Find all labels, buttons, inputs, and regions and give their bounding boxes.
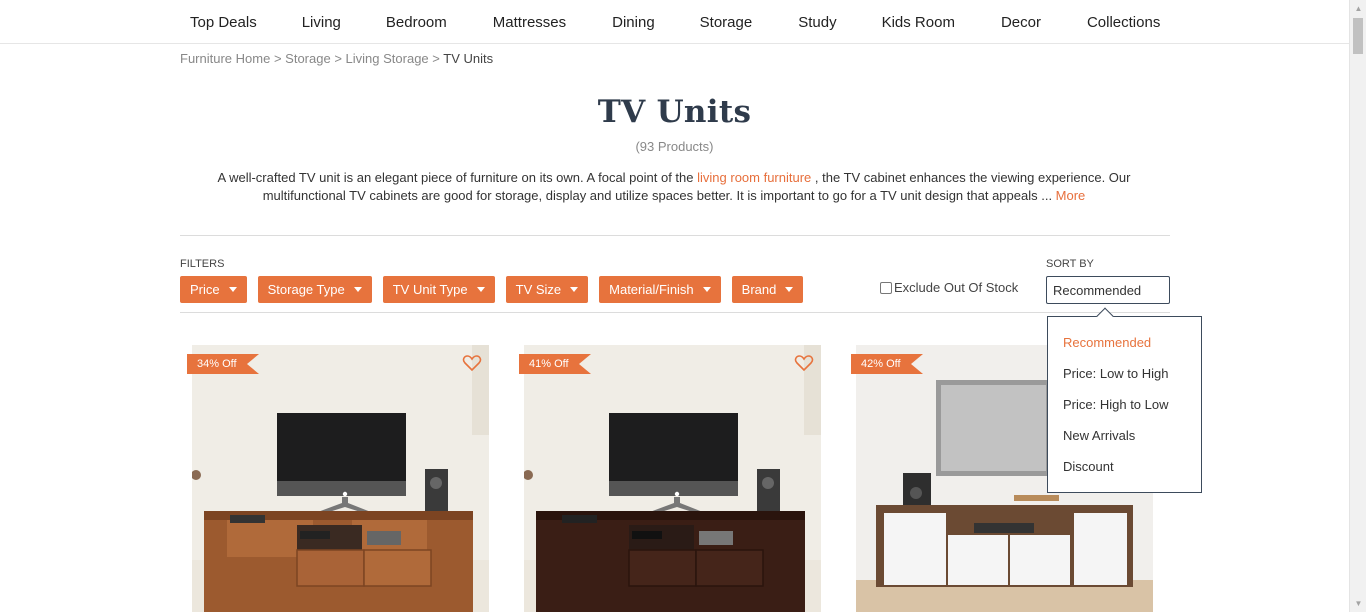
filter-label: Material/Finish: [609, 282, 694, 297]
discount-badge: 41% Off: [519, 354, 591, 374]
filter-tv-unit-type-button[interactable]: TV Unit Type: [382, 276, 495, 303]
vertical-scrollbar[interactable]: ▲ ▼: [1349, 0, 1366, 612]
nav-item-kids-room[interactable]: Kids Room: [882, 14, 955, 31]
filter-storage-type-button[interactable]: Storage Type: [257, 276, 372, 303]
sort-dropdown-menu: Recommended Price: Low to High Price: Hi…: [1047, 307, 1202, 493]
breadcrumb-link-storage[interactable]: Storage: [285, 51, 331, 66]
dropdown-notch: [1096, 307, 1114, 325]
sort-option-price-high-low[interactable]: Price: High to Low: [1063, 397, 1169, 428]
nav-item-living[interactable]: Living: [302, 14, 341, 31]
caret-down-icon: [702, 287, 711, 292]
page-title: TV Units: [597, 94, 752, 130]
breadcrumb-separator: >: [334, 51, 346, 66]
wishlist-heart-icon[interactable]: [794, 353, 814, 373]
filter-label: TV Unit Type: [392, 282, 468, 297]
product-card[interactable]: [192, 345, 489, 612]
scroll-down-arrow-icon[interactable]: ▼: [1350, 595, 1366, 612]
filter-label: Price: [190, 282, 220, 297]
product-card[interactable]: [524, 345, 821, 612]
product-count: (93 Products): [635, 139, 714, 154]
exclude-out-of-stock[interactable]: Exclude Out Of Stock: [880, 280, 1018, 295]
description-text: A well-crafted TV unit is an elegant pie…: [217, 170, 698, 185]
filter-label: Storage Type: [267, 282, 345, 297]
caret-down-icon: [785, 287, 794, 292]
discount-badge: 42% Off: [851, 354, 923, 374]
filter-material-finish-button[interactable]: Material/Finish: [599, 276, 721, 303]
nav-item-bedroom[interactable]: Bedroom: [386, 14, 447, 31]
breadcrumb-separator: >: [273, 51, 286, 66]
breadcrumb-current: TV Units: [443, 51, 494, 66]
nav-item-dining[interactable]: Dining: [612, 14, 655, 31]
breadcrumb: Furniture Home > Storage > Living Storag…: [180, 51, 493, 66]
divider: [180, 312, 1170, 313]
scroll-up-arrow-icon[interactable]: ▲: [1350, 0, 1366, 17]
sort-by-label: SORT BY: [1046, 258, 1094, 270]
filter-bar: Price Storage Type TV Unit Type TV Size …: [180, 276, 814, 303]
more-link[interactable]: More: [1056, 188, 1086, 203]
nav-item-collections[interactable]: Collections: [1087, 14, 1160, 31]
filter-brand-button[interactable]: Brand: [731, 276, 804, 303]
exclude-out-of-stock-label: Exclude Out Of Stock: [894, 280, 1019, 295]
filter-tv-size-button[interactable]: TV Size: [505, 276, 589, 303]
filters-label: FILTERS: [180, 258, 225, 270]
sort-option-price-low-high[interactable]: Price: Low to High: [1063, 366, 1169, 397]
wishlist-heart-icon[interactable]: [462, 353, 482, 373]
product-image: [192, 345, 489, 612]
sort-select[interactable]: Recommended: [1046, 276, 1170, 304]
breadcrumb-separator: >: [432, 51, 444, 66]
discount-badge: 34% Off: [187, 354, 259, 374]
nav-item-storage[interactable]: Storage: [700, 14, 753, 31]
caret-down-icon: [570, 287, 579, 292]
sort-option-recommended[interactable]: Recommended: [1063, 335, 1169, 366]
breadcrumb-link-living-storage[interactable]: Living Storage: [346, 51, 429, 66]
nav-item-study[interactable]: Study: [798, 14, 836, 31]
category-description: A well-crafted TV unit is an elegant pie…: [195, 169, 1153, 205]
living-room-furniture-link[interactable]: living room furniture: [697, 170, 815, 185]
filter-label: Brand: [741, 282, 777, 297]
nav-item-mattresses[interactable]: Mattresses: [493, 14, 566, 31]
filter-price-button[interactable]: Price: [180, 276, 247, 303]
filter-label: TV Size: [515, 282, 562, 297]
divider: [180, 235, 1170, 236]
scroll-thumb[interactable]: [1353, 18, 1363, 54]
caret-down-icon: [476, 287, 485, 292]
sort-options: Recommended Price: Low to High Price: Hi…: [1063, 335, 1169, 490]
nav-list: Top Deals Living Bedroom Mattresses Dini…: [190, 0, 1160, 44]
sort-option-new-arrivals[interactable]: New Arrivals: [1063, 428, 1169, 459]
caret-down-icon: [353, 287, 362, 292]
breadcrumb-link-furniture-home[interactable]: Furniture Home: [180, 51, 270, 66]
nav-item-top-deals[interactable]: Top Deals: [190, 14, 257, 31]
sort-option-discount[interactable]: Discount: [1063, 459, 1169, 490]
top-nav: Top Deals Living Bedroom Mattresses Dini…: [0, 0, 1349, 44]
nav-item-decor[interactable]: Decor: [1001, 14, 1041, 31]
exclude-out-of-stock-checkbox[interactable]: [880, 281, 892, 294]
product-image: [524, 345, 821, 612]
caret-down-icon: [228, 287, 237, 292]
